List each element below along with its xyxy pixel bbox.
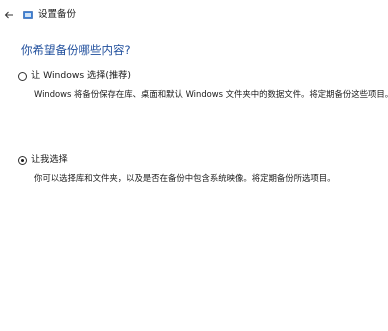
option-label: 让我选择 — [31, 154, 68, 165]
title-bar: 设置备份 — [0, 0, 388, 30]
option-label: 让 Windows 选择(推荐) — [31, 70, 131, 81]
back-button[interactable] — [0, 5, 18, 25]
backup-app-icon — [23, 11, 33, 19]
option-let-me-choose[interactable]: 让我选择 — [18, 154, 68, 166]
option-description: 你可以选择库和文件夹，以及是否在备份中包含系统映像。将定期备份所选项目。 — [34, 173, 336, 183]
radio-let-me-choose[interactable] — [18, 155, 27, 165]
option-let-windows-choose[interactable]: 让 Windows 选择(推荐) — [18, 70, 131, 82]
option-description: Windows 将备份保存在库、桌面和默认 Windows 文件夹中的数据文件。… — [34, 89, 388, 99]
radio-let-windows-choose[interactable] — [18, 71, 27, 81]
window-title: 设置备份 — [38, 9, 77, 20]
radio-selected-dot — [21, 158, 24, 162]
back-arrow-icon — [4, 11, 13, 19]
page-heading: 你希望备份哪些内容? — [21, 43, 131, 57]
